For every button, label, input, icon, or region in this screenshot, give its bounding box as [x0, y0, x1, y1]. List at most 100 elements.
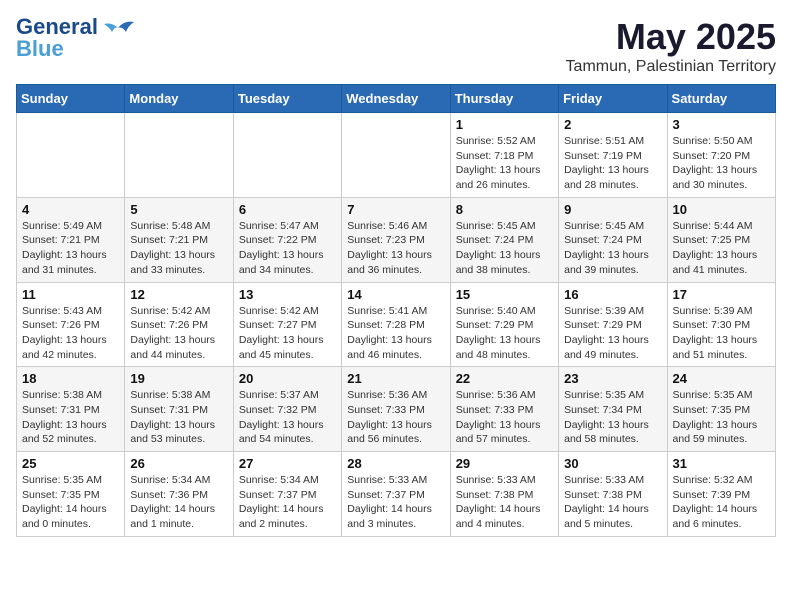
day-info: Sunrise: 5:50 AM Sunset: 7:20 PM Dayligh…	[673, 134, 770, 193]
day-info: Sunrise: 5:46 AM Sunset: 7:23 PM Dayligh…	[347, 219, 444, 278]
calendar-header: SundayMondayTuesdayWednesdayThursdayFrid…	[17, 85, 776, 113]
day-number: 16	[564, 287, 661, 302]
day-info: Sunrise: 5:45 AM Sunset: 7:24 PM Dayligh…	[564, 219, 661, 278]
day-info: Sunrise: 5:45 AM Sunset: 7:24 PM Dayligh…	[456, 219, 553, 278]
week-row-3: 11 Sunrise: 5:43 AM Sunset: 7:26 PM Dayli…	[17, 282, 776, 367]
day-number: 25	[22, 456, 119, 471]
week-row-5: 25 Sunrise: 5:35 AM Sunset: 7:35 PM Dayli…	[17, 452, 776, 537]
weekday-header-row: SundayMondayTuesdayWednesdayThursdayFrid…	[17, 85, 776, 113]
day-info: Sunrise: 5:34 AM Sunset: 7:36 PM Dayligh…	[130, 473, 227, 532]
day-cell-empty	[233, 113, 341, 198]
day-info: Sunrise: 5:42 AM Sunset: 7:26 PM Dayligh…	[130, 304, 227, 363]
week-row-1: 1Sunrise: 5:52 AM Sunset: 7:18 PM Daylig…	[17, 113, 776, 198]
day-info: Sunrise: 5:33 AM Sunset: 7:37 PM Dayligh…	[347, 473, 444, 532]
day-cell-26: 26 Sunrise: 5:34 AM Sunset: 7:36 PM Dayli…	[125, 452, 233, 537]
day-info: Sunrise: 5:32 AM Sunset: 7:39 PM Dayligh…	[673, 473, 770, 532]
day-number: 14	[347, 287, 444, 302]
day-number: 20	[239, 371, 336, 386]
logo-bird-icon	[100, 18, 136, 48]
day-cell-4: 4Sunrise: 5:49 AM Sunset: 7:21 PM Daylig…	[17, 197, 125, 282]
calendar-table: SundayMondayTuesdayWednesdayThursdayFrid…	[16, 84, 776, 537]
day-number: 27	[239, 456, 336, 471]
day-number: 28	[347, 456, 444, 471]
day-number: 3	[673, 117, 770, 132]
weekday-header-saturday: Saturday	[667, 85, 775, 113]
day-cell-21: 21Sunrise: 5:36 AM Sunset: 7:33 PM Dayli…	[342, 367, 450, 452]
weekday-header-wednesday: Wednesday	[342, 85, 450, 113]
page-header: GeneralBlue May 2025 Tammun, Palestinian…	[16, 16, 776, 76]
day-number: 31	[673, 456, 770, 471]
day-cell-8: 8 Sunrise: 5:45 AM Sunset: 7:24 PM Daylig…	[450, 197, 558, 282]
day-cell-28: 28 Sunrise: 5:33 AM Sunset: 7:37 PM Dayli…	[342, 452, 450, 537]
day-info: Sunrise: 5:33 AM Sunset: 7:38 PM Dayligh…	[564, 473, 661, 532]
day-number: 30	[564, 456, 661, 471]
day-number: 1	[456, 117, 553, 132]
day-cell-13: 13 Sunrise: 5:42 AM Sunset: 7:27 PM Dayli…	[233, 282, 341, 367]
day-number: 8	[456, 202, 553, 217]
day-cell-27: 27 Sunrise: 5:34 AM Sunset: 7:37 PM Dayli…	[233, 452, 341, 537]
logo-text: GeneralBlue	[16, 16, 98, 60]
day-number: 18	[22, 371, 119, 386]
day-info: Sunrise: 5:35 AM Sunset: 7:35 PM Dayligh…	[22, 473, 119, 532]
day-number: 24	[673, 371, 770, 386]
day-cell-empty	[17, 113, 125, 198]
day-cell-3: 3 Sunrise: 5:50 AM Sunset: 7:20 PM Daylig…	[667, 113, 775, 198]
day-number: 11	[22, 287, 119, 302]
day-number: 10	[673, 202, 770, 217]
weekday-header-friday: Friday	[559, 85, 667, 113]
day-info: Sunrise: 5:51 AM Sunset: 7:19 PM Dayligh…	[564, 134, 661, 193]
title-block: May 2025 Tammun, Palestinian Territory	[566, 16, 776, 76]
day-cell-22: 22 Sunrise: 5:36 AM Sunset: 7:33 PM Dayli…	[450, 367, 558, 452]
day-cell-19: 19Sunrise: 5:38 AM Sunset: 7:31 PM Dayli…	[125, 367, 233, 452]
day-info: Sunrise: 5:44 AM Sunset: 7:25 PM Dayligh…	[673, 219, 770, 278]
day-number: 9	[564, 202, 661, 217]
day-cell-31: 31 Sunrise: 5:32 AM Sunset: 7:39 PM Dayli…	[667, 452, 775, 537]
day-cell-30: 30 Sunrise: 5:33 AM Sunset: 7:38 PM Dayli…	[559, 452, 667, 537]
day-number: 29	[456, 456, 553, 471]
day-cell-20: 20 Sunrise: 5:37 AM Sunset: 7:32 PM Dayli…	[233, 367, 341, 452]
day-info: Sunrise: 5:48 AM Sunset: 7:21 PM Dayligh…	[130, 219, 227, 278]
month-title: May 2025	[566, 16, 776, 58]
day-info: Sunrise: 5:39 AM Sunset: 7:29 PM Dayligh…	[564, 304, 661, 363]
day-cell-24: 24 Sunrise: 5:35 AM Sunset: 7:35 PM Dayli…	[667, 367, 775, 452]
week-row-2: 4Sunrise: 5:49 AM Sunset: 7:21 PM Daylig…	[17, 197, 776, 282]
day-info: Sunrise: 5:40 AM Sunset: 7:29 PM Dayligh…	[456, 304, 553, 363]
day-info: Sunrise: 5:38 AM Sunset: 7:31 PM Dayligh…	[22, 388, 119, 447]
weekday-header-thursday: Thursday	[450, 85, 558, 113]
day-cell-16: 16 Sunrise: 5:39 AM Sunset: 7:29 PM Dayli…	[559, 282, 667, 367]
weekday-header-monday: Monday	[125, 85, 233, 113]
day-number: 21	[347, 371, 444, 386]
day-cell-29: 29 Sunrise: 5:33 AM Sunset: 7:38 PM Dayli…	[450, 452, 558, 537]
day-info: Sunrise: 5:42 AM Sunset: 7:27 PM Dayligh…	[239, 304, 336, 363]
day-info: Sunrise: 5:35 AM Sunset: 7:34 PM Dayligh…	[564, 388, 661, 447]
day-info: Sunrise: 5:37 AM Sunset: 7:32 PM Dayligh…	[239, 388, 336, 447]
day-number: 23	[564, 371, 661, 386]
day-number: 26	[130, 456, 227, 471]
day-info: Sunrise: 5:33 AM Sunset: 7:38 PM Dayligh…	[456, 473, 553, 532]
day-cell-18: 18 Sunrise: 5:38 AM Sunset: 7:31 PM Dayli…	[17, 367, 125, 452]
day-info: Sunrise: 5:36 AM Sunset: 7:33 PM Dayligh…	[456, 388, 553, 447]
day-cell-9: 9 Sunrise: 5:45 AM Sunset: 7:24 PM Daylig…	[559, 197, 667, 282]
day-cell-5: 5 Sunrise: 5:48 AM Sunset: 7:21 PM Daylig…	[125, 197, 233, 282]
day-number: 6	[239, 202, 336, 217]
day-info: Sunrise: 5:35 AM Sunset: 7:35 PM Dayligh…	[673, 388, 770, 447]
day-number: 15	[456, 287, 553, 302]
day-cell-12: 12 Sunrise: 5:42 AM Sunset: 7:26 PM Dayli…	[125, 282, 233, 367]
day-info: Sunrise: 5:41 AM Sunset: 7:28 PM Dayligh…	[347, 304, 444, 363]
day-number: 4	[22, 202, 119, 217]
day-cell-14: 14 Sunrise: 5:41 AM Sunset: 7:28 PM Dayli…	[342, 282, 450, 367]
day-cell-2: 2Sunrise: 5:51 AM Sunset: 7:19 PM Daylig…	[559, 113, 667, 198]
day-cell-25: 25 Sunrise: 5:35 AM Sunset: 7:35 PM Dayli…	[17, 452, 125, 537]
week-row-4: 18 Sunrise: 5:38 AM Sunset: 7:31 PM Dayli…	[17, 367, 776, 452]
calendar-body: 1Sunrise: 5:52 AM Sunset: 7:18 PM Daylig…	[17, 113, 776, 537]
day-info: Sunrise: 5:34 AM Sunset: 7:37 PM Dayligh…	[239, 473, 336, 532]
day-cell-10: 10 Sunrise: 5:44 AM Sunset: 7:25 PM Dayli…	[667, 197, 775, 282]
day-info: Sunrise: 5:43 AM Sunset: 7:26 PM Dayligh…	[22, 304, 119, 363]
day-info: Sunrise: 5:39 AM Sunset: 7:30 PM Dayligh…	[673, 304, 770, 363]
day-number: 13	[239, 287, 336, 302]
day-cell-7: 7Sunrise: 5:46 AM Sunset: 7:23 PM Daylig…	[342, 197, 450, 282]
day-cell-15: 15 Sunrise: 5:40 AM Sunset: 7:29 PM Dayli…	[450, 282, 558, 367]
day-number: 12	[130, 287, 227, 302]
day-number: 5	[130, 202, 227, 217]
day-number: 22	[456, 371, 553, 386]
